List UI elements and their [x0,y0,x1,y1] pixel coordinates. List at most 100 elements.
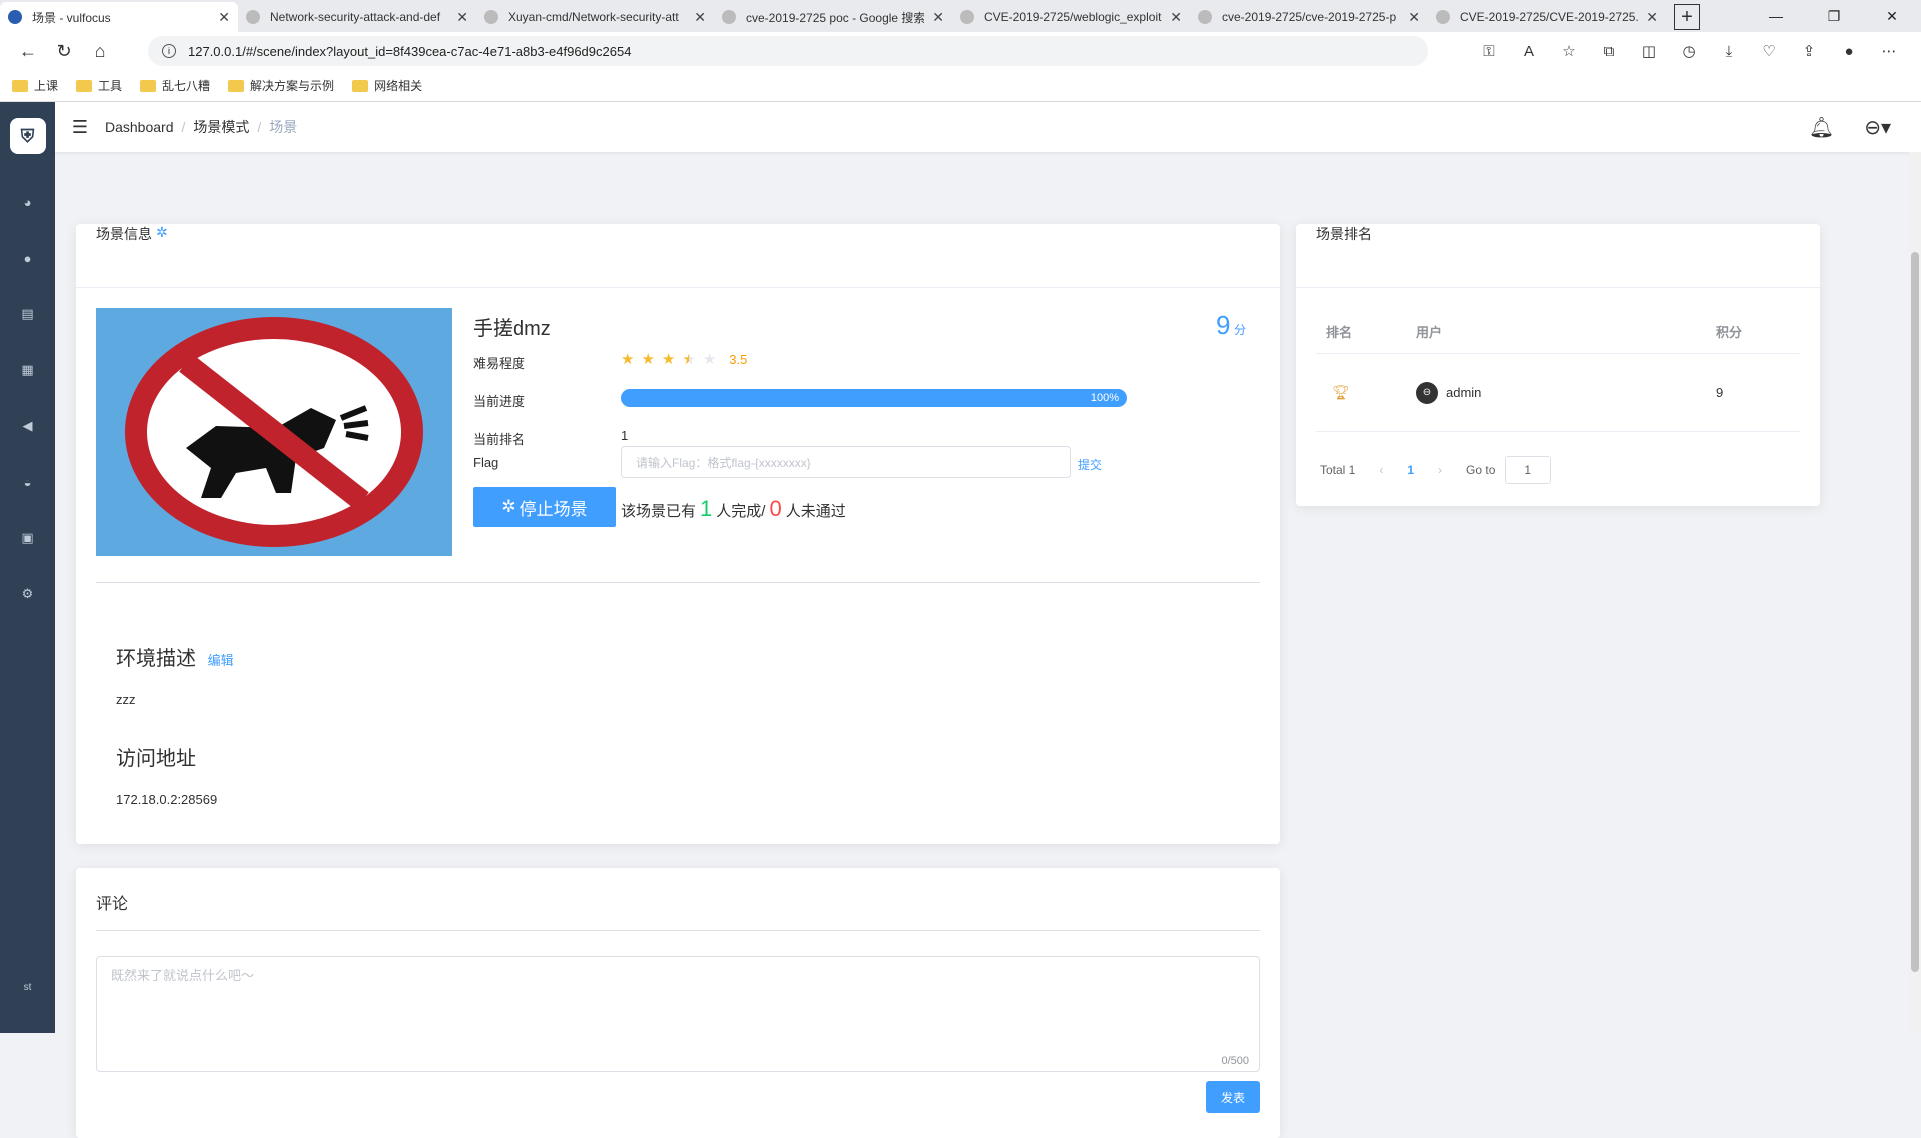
user-avatar-icon[interactable]: ⊖▾ [1864,115,1891,140]
publish-button[interactable]: 发表 [1206,1081,1260,1113]
browser-tab-3[interactable]: Xuyan-cmd/Network-security-att ✕ [476,2,714,32]
info-icon[interactable]: i [162,44,176,58]
browser-essentials-icon[interactable]: ♡ [1757,42,1781,60]
github-favicon-icon [1198,10,1212,24]
browser-toolbar: ⚿ A ☆ ⧉ ◫ ◷ ⤓ ♡ ⇪ ● ⋯ [1477,32,1901,70]
sidebar-bottom-label[interactable]: st [0,982,55,993]
browser-tab-4[interactable]: cve-2019-2725 poc - Google 搜索 ✕ [714,2,952,32]
bookmark-folder[interactable]: 解决方案与示例 [228,77,334,94]
access-address-heading: 访问地址 [116,748,196,770]
page-number[interactable]: 1 [1407,463,1414,477]
edit-link[interactable]: 编辑 [208,653,234,668]
favorite-star-icon[interactable]: ☆ [1557,42,1581,60]
restore-icon[interactable]: ❐ [1805,0,1863,32]
github-favicon-icon [1436,10,1450,24]
hamburger-icon[interactable]: ☰ [55,117,105,138]
key-icon[interactable]: ⚿ [1477,43,1501,60]
download-icon[interactable]: ⤓ [1717,43,1741,60]
new-tab-button[interactable]: + [1674,4,1700,30]
shield-favicon-icon [8,10,22,24]
comment-textarea[interactable]: 既然来了就说点什么吧～ 0/500 [96,956,1260,1072]
url-input[interactable]: i 127.0.0.1/#/scene/index?layout_id=8f43… [148,36,1428,66]
breadcrumb-separator: / [181,119,186,135]
column-score: 积分 [1716,325,1743,340]
submit-flag-link[interactable]: 提交 [1078,456,1102,473]
flag-label: Flag [473,455,499,470]
avatar: ⊖ [1416,381,1438,404]
dashboard-icon[interactable]: ◕ [0,174,55,230]
goto-label: Go to [1466,463,1496,477]
table-row: 🏆︎ ⊖ admin 9 [1316,354,1800,432]
document-icon[interactable]: ▤ [0,286,55,342]
read-aloud-icon[interactable]: A [1517,43,1541,60]
folder-icon [352,79,369,92]
next-page-icon[interactable]: › [1438,463,1442,477]
browser-tab-1[interactable]: 场景 - vulfocus ✕ [0,2,238,32]
docker-icon[interactable]: ◒ [0,454,55,510]
sidebar: ⛨ ◕ ● ▤ ▦ ◀ ◒ ▣ ⚙ st [0,102,55,1033]
bookmark-folder[interactable]: 乱七八糟 [140,77,210,94]
grid-icon[interactable]: ▦ [0,342,55,398]
scene-name: 手搓dmz [473,318,551,340]
close-icon[interactable]: ✕ [694,9,706,26]
extensions-icon[interactable]: ⧉ [1597,43,1621,60]
pagination-total: Total 1 [1320,463,1356,477]
card-icon[interactable]: ▣ [0,510,55,566]
close-window-icon[interactable]: ✕ [1863,0,1921,32]
goto-input[interactable]: 1 [1504,456,1551,484]
star-icon: ★ [641,351,655,368]
url-text: 127.0.0.1/#/scene/index?layout_id=8f439c… [188,43,632,59]
bookmark-folder[interactable]: 上课 [12,77,58,94]
score-unit: 分 [1234,323,1247,337]
completion-stats: 该场景已有 1 人完成/ 0 人未通过 [621,496,846,522]
tab-title: cve-2019-2725 poc - Google 搜索 [746,10,925,25]
close-icon[interactable]: ✕ [932,9,944,26]
bell-icon[interactable]: 🔔︎ [1809,115,1834,140]
stop-scene-label: 停止场景 [519,499,588,519]
close-icon[interactable]: ✕ [1408,9,1420,26]
completion-mid: 人完成/ [716,503,766,520]
close-icon[interactable]: ✕ [1170,9,1182,26]
profile-avatar-icon[interactable]: ● [1837,43,1861,60]
tab-bar: 场景 - vulfocus ✕ Network-security-attack-a… [0,0,1921,32]
more-menu-icon[interactable]: ⋯ [1877,42,1901,60]
minimize-icon[interactable]: — [1747,0,1805,32]
progress-text: 100% [1090,392,1119,404]
folder-icon [228,79,245,92]
browser-tab-5[interactable]: CVE-2019-2725/weblogic_exploit ✕ [952,2,1190,32]
close-icon[interactable]: ✕ [1646,9,1658,26]
vulfocus-logo-icon[interactable]: ⛨ [9,118,46,154]
user-cell: ⊖ admin [1416,381,1716,404]
google-favicon-icon [722,10,736,24]
scrollbar-thumb[interactable] [1911,252,1919,972]
speaker-icon[interactable]: ◀ [0,398,55,454]
breadcrumb: Dashboard / 场景模式 / 场景 [105,117,297,137]
loading-spinner-icon: ✲ [156,224,168,240]
stop-scene-button[interactable]: ✲ 停止场景 [473,487,616,527]
prev-page-icon[interactable]: ‹ [1379,463,1383,477]
scene-score: 9 分 [1216,310,1246,341]
home-icon[interactable]: ⌂ [82,41,118,62]
close-icon[interactable]: ✕ [218,9,230,26]
browser-tab-6[interactable]: cve-2019-2725/cve-2019-2725-p ✕ [1190,2,1428,32]
settings-icon[interactable]: ⚙ [0,566,55,622]
flag-input[interactable]: 请输入Flag：格式flag-{xxxxxxxx} [621,446,1071,478]
breadcrumb-dashboard[interactable]: Dashboard [105,119,174,135]
refresh-icon[interactable]: ↻ [46,41,82,62]
ranking-table: 排名 用户 积分 🏆︎ ⊖ admin 9 [1316,310,1800,432]
page-scrollbar[interactable] [1909,152,1921,1033]
share-icon[interactable]: ⇪ [1797,42,1821,60]
back-arrow-icon[interactable]: ← [10,41,46,62]
browser-tab-7[interactable]: CVE-2019-2725/CVE-2019-2725. ✕ [1428,2,1666,32]
breadcrumb-scene-mode[interactable]: 场景模式 [193,117,249,137]
history-icon[interactable]: ◷ [1677,42,1701,60]
close-icon[interactable]: ✕ [456,9,468,26]
table-header: 排名 用户 积分 [1316,310,1800,354]
user-icon[interactable]: ● [0,230,55,286]
browser-tab-2[interactable]: Network-security-attack-and-def ✕ [238,2,476,32]
split-screen-icon[interactable]: ◫ [1637,42,1661,60]
pagination: Total 1 ‹ 1 › Go to 1 [1320,456,1551,484]
bookmark-folder[interactable]: 工具 [76,77,122,94]
bookmark-folder[interactable]: 网络相关 [352,77,422,94]
comment-divider [96,930,1260,931]
